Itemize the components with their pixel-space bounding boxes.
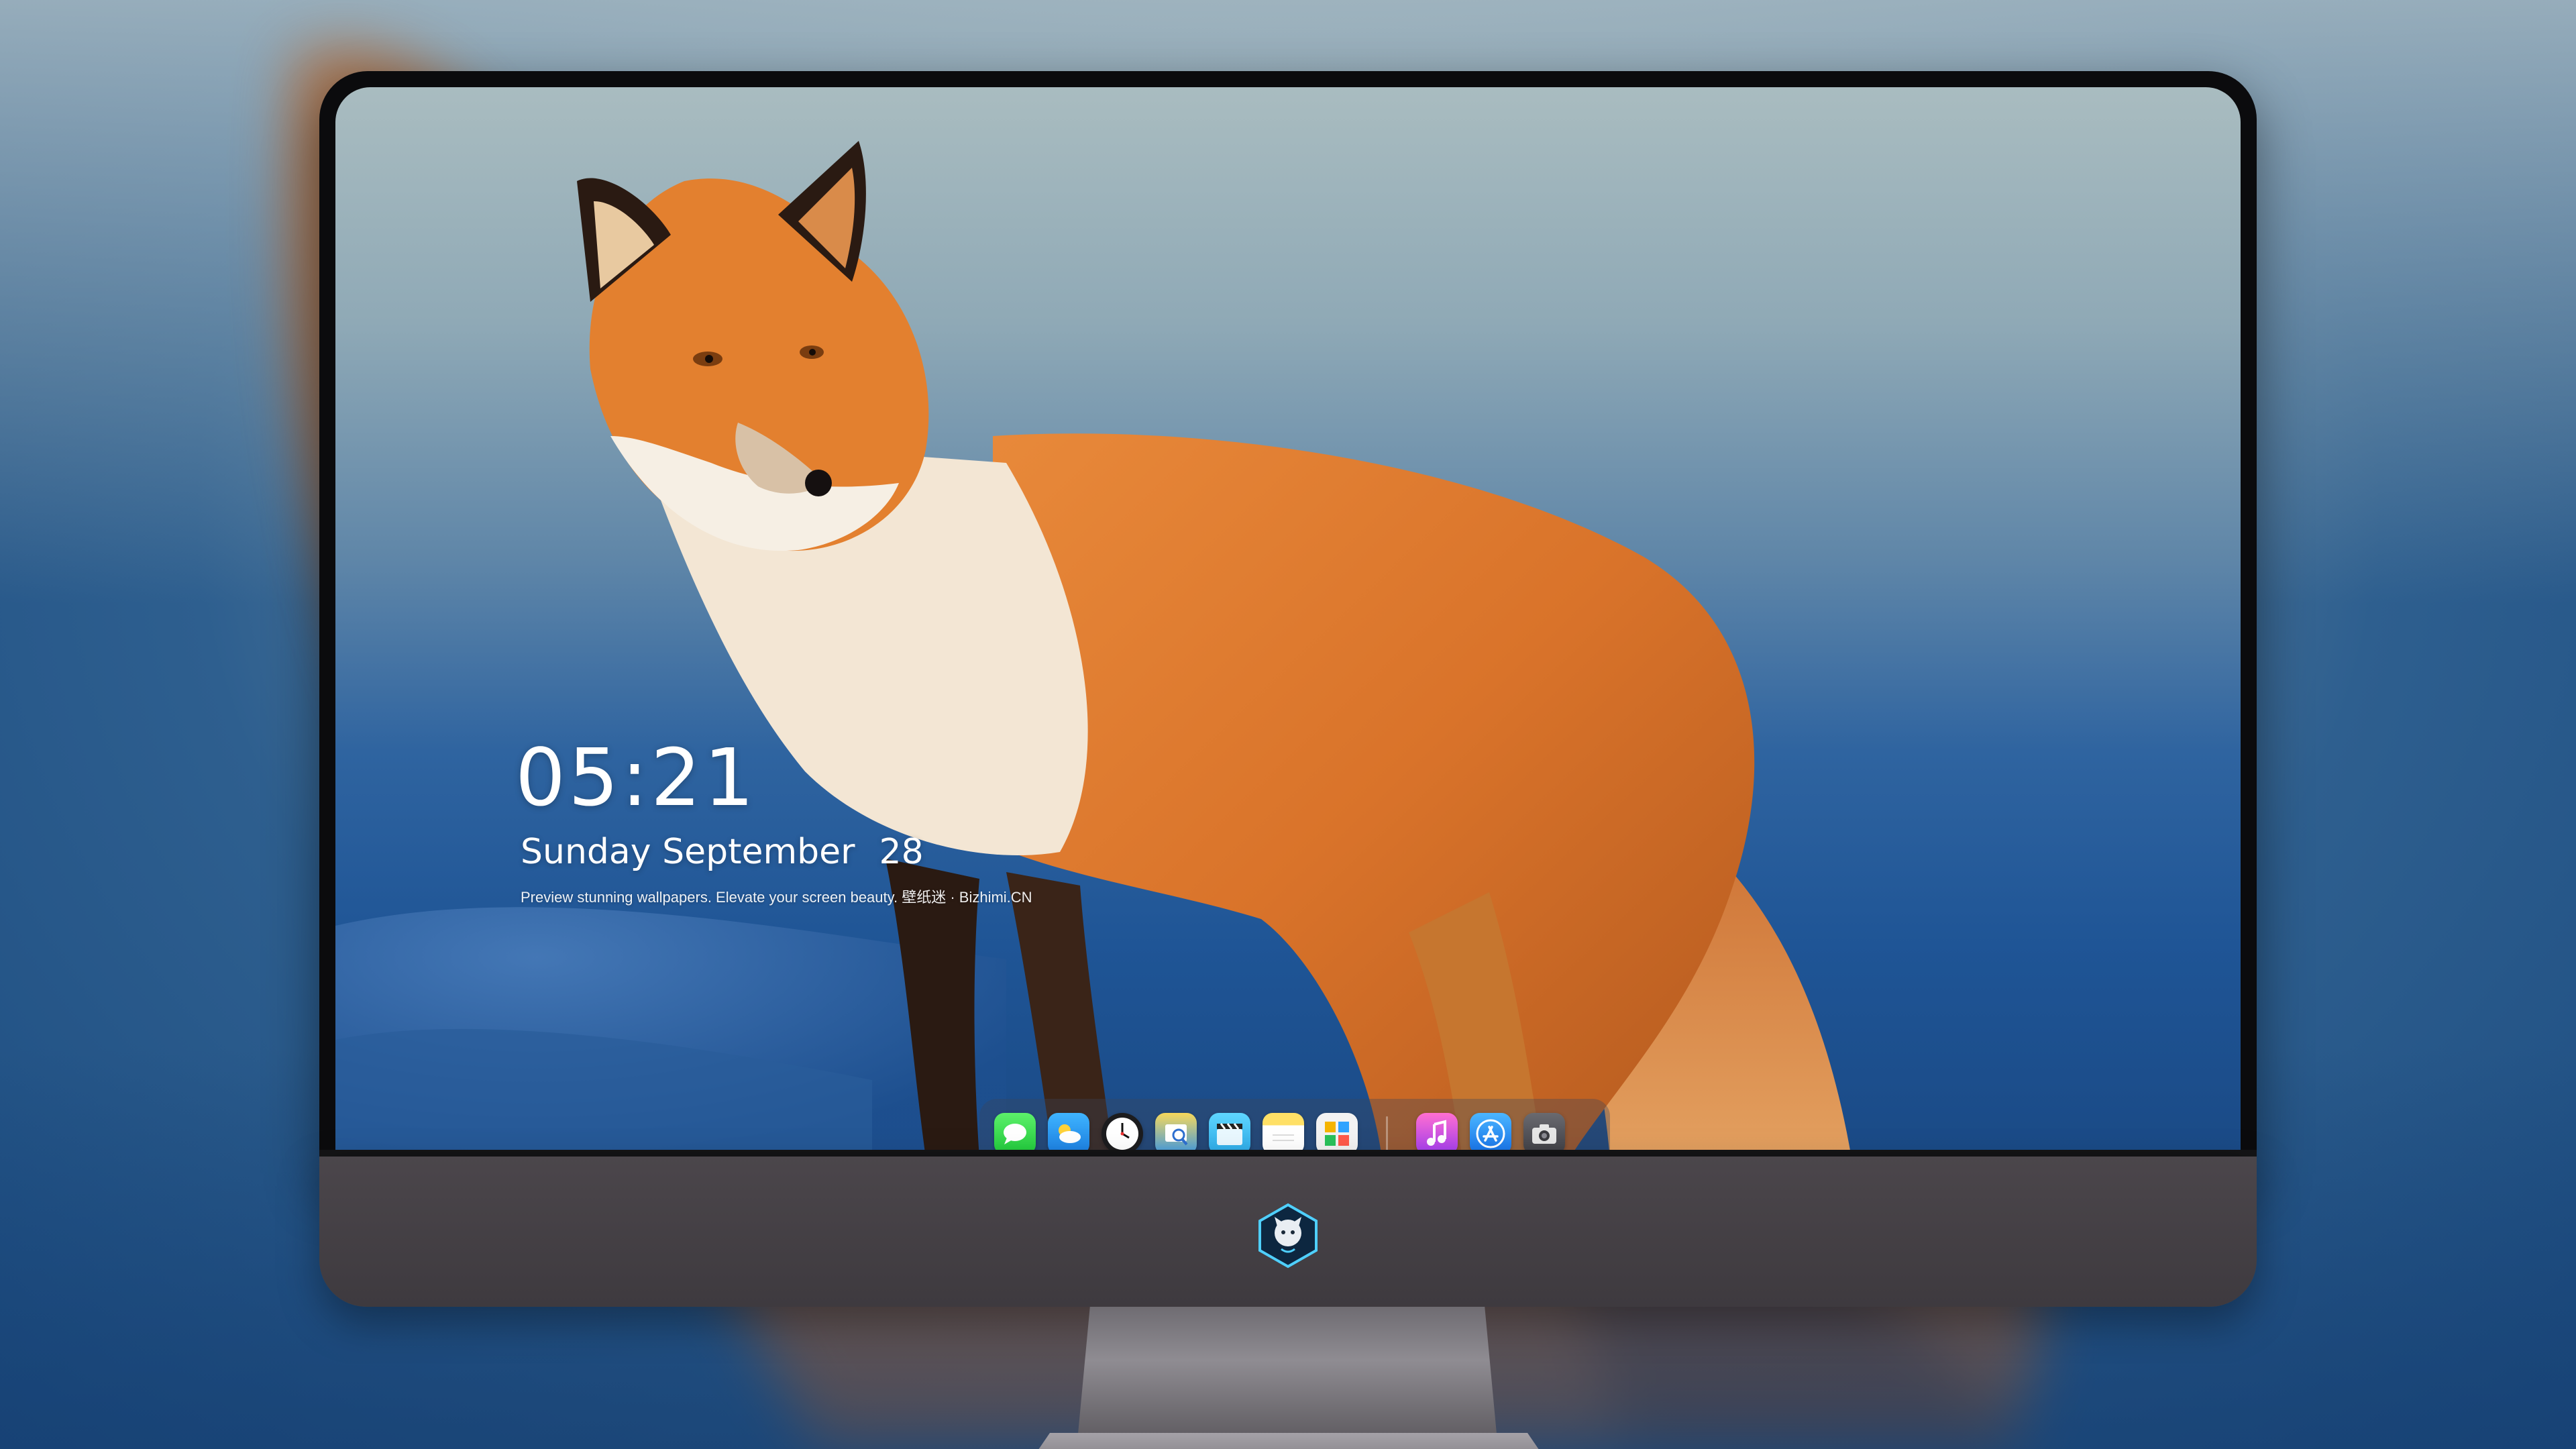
desktop-scene: 05:21 Sunday September 28 Preview stunnin…: [0, 0, 2576, 1449]
camera-icon[interactable]: [1523, 1113, 1565, 1155]
lock-screen-day-month: Sunday September: [521, 832, 855, 872]
monitor-stand-base: [990, 1433, 1587, 1449]
dock-separator: [1386, 1116, 1388, 1151]
lock-screen-time: 05:21: [515, 731, 757, 824]
weather-icon[interactable]: [1048, 1113, 1089, 1155]
clock-icon[interactable]: [1102, 1113, 1143, 1155]
lock-screen-day-number: 28: [879, 832, 924, 872]
preview-icon[interactable]: [1155, 1113, 1197, 1155]
app-store-icon[interactable]: [1470, 1113, 1511, 1155]
monitor-bezel: 05:21 Sunday September 28 Preview stunnin…: [319, 71, 2257, 1171]
dock: [979, 1099, 1610, 1158]
notes-icon[interactable]: [1263, 1113, 1304, 1155]
imac-monitor: 05:21 Sunday September 28 Preview stunnin…: [319, 71, 2257, 1449]
clapperboard-icon[interactable]: [1209, 1113, 1250, 1155]
photo-grid-icon[interactable]: [1316, 1113, 1358, 1155]
brand-logo-icon: [1258, 1203, 1318, 1269]
messages-icon[interactable]: [994, 1113, 1036, 1155]
fox-wallpaper: [335, 141, 1851, 1158]
lock-screen: 05:21 Sunday September 28 Preview stunnin…: [335, 87, 2241, 1158]
lock-screen-tagline: Preview stunning wallpapers. Elevate you…: [521, 889, 1032, 906]
monitor-stand-neck: [1077, 1307, 1497, 1441]
lock-screen-date: Sunday September 28: [521, 832, 924, 872]
music-note-icon[interactable]: [1416, 1113, 1458, 1155]
